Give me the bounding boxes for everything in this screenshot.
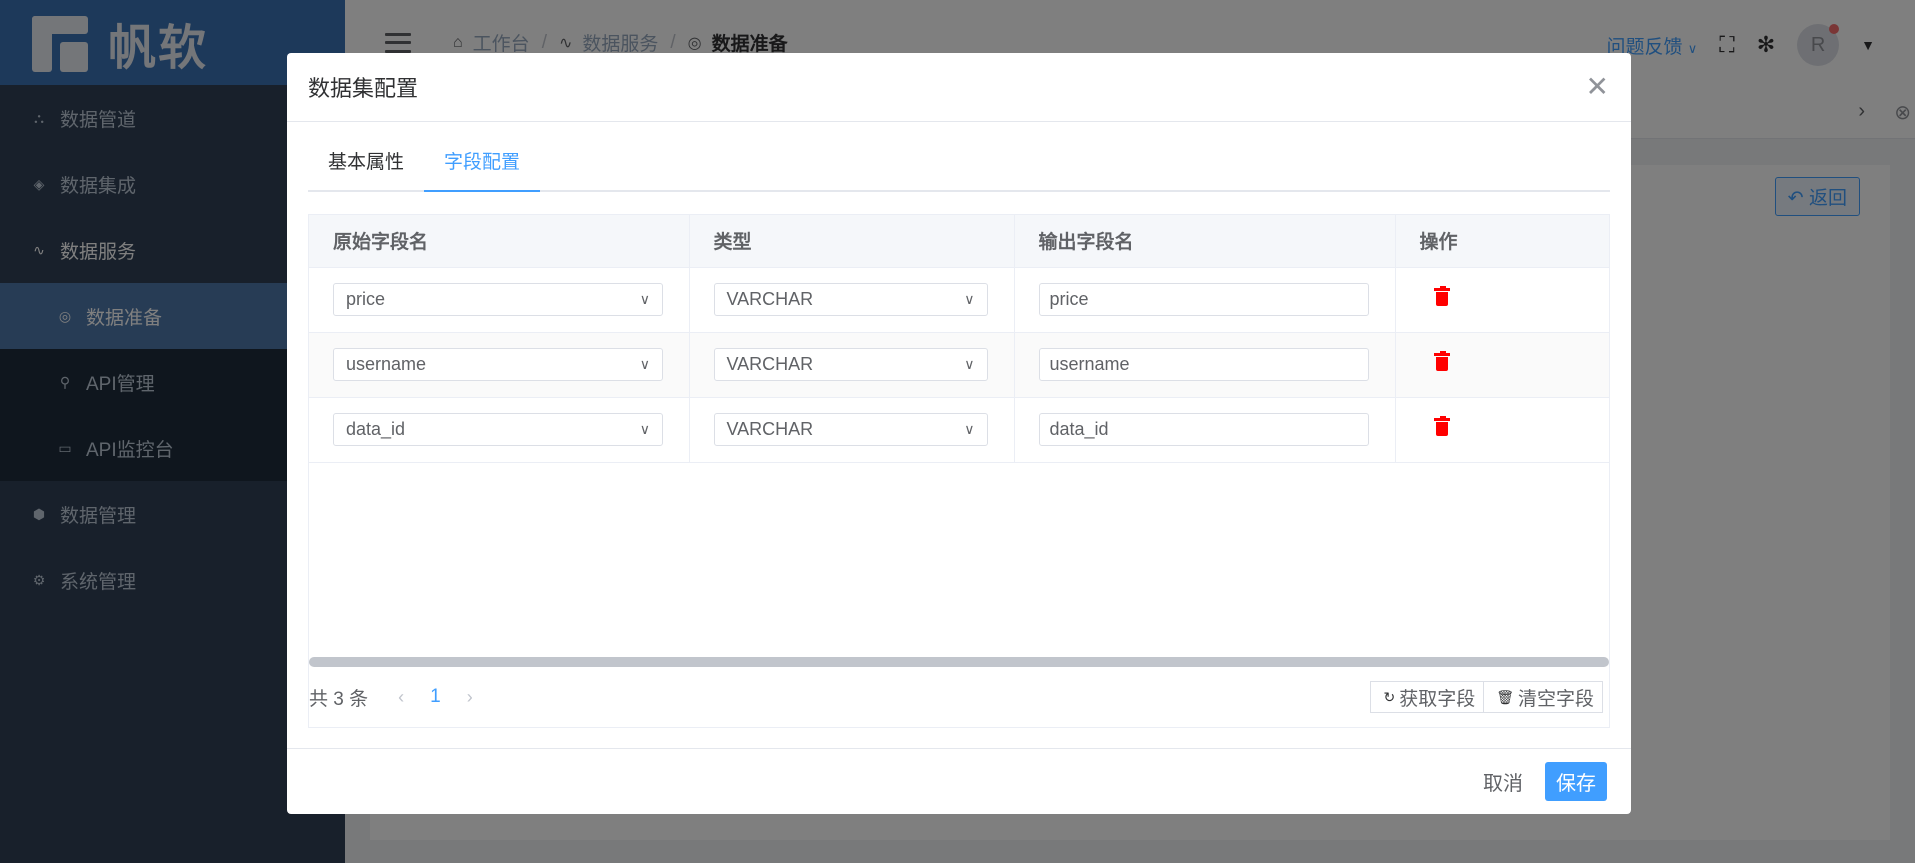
dialog-footer: 取消 保存	[287, 748, 1631, 814]
chevron-down-icon: ∨	[964, 421, 975, 437]
button-label: 清空字段	[1517, 688, 1594, 710]
input-value: price	[1049, 289, 1089, 309]
tab-field-config[interactable]: 字段配置	[424, 147, 541, 192]
source-field-select[interactable]: price ∨	[333, 283, 663, 316]
select-value: data_id	[346, 419, 406, 439]
trash-icon[interactable]	[1433, 351, 1450, 371]
pager-total: 共 3 条	[309, 688, 369, 710]
fetch-fields-button[interactable]: ↻ 获取字段	[1370, 681, 1485, 713]
table-row: data_id ∨ VARCHAR ∨ data_id	[309, 397, 1609, 463]
column-header: 原始字段名	[309, 215, 690, 268]
button-label: 获取字段	[1399, 688, 1476, 710]
chevron-right-icon[interactable]: ›	[467, 687, 473, 708]
close-icon[interactable]: ✕	[1586, 73, 1609, 101]
tabs: 基本属性 字段配置	[308, 122, 1610, 192]
table-header-row: 原始字段名 类型 输出字段名 操作	[309, 215, 1609, 268]
dataset-config-dialog: 数据集配置 ✕ 基本属性 字段配置 原始字段名 类型 输出字段名 操作 pric…	[287, 53, 1631, 814]
column-header: 操作	[1395, 215, 1609, 268]
horizontal-scrollbar[interactable]	[309, 657, 1609, 667]
field-action-buttons: ↻ 获取字段 🗑 清空字段	[1370, 681, 1603, 713]
clear-fields-button[interactable]: 🗑 清空字段	[1484, 681, 1603, 713]
save-button[interactable]: 保存	[1545, 762, 1607, 801]
select-value: username	[346, 354, 427, 374]
select-value: VARCHAR	[726, 419, 814, 439]
column-header: 输出字段名	[1014, 215, 1396, 268]
input-value: data_id	[1049, 419, 1109, 439]
select-value: VARCHAR	[726, 289, 814, 309]
table-row: username ∨ VARCHAR ∨ username	[309, 332, 1609, 398]
field-table: 原始字段名 类型 输出字段名 操作 price ∨ VARCHAR ∨ price …	[308, 214, 1610, 728]
output-field-input[interactable]: data_id	[1038, 413, 1369, 446]
refresh-icon: ↻	[1383, 688, 1396, 705]
type-select[interactable]: VARCHAR ∨	[713, 413, 988, 446]
chevron-left-icon[interactable]: ‹	[398, 687, 404, 708]
source-field-select[interactable]: username ∨	[333, 348, 663, 381]
column-header: 类型	[689, 215, 1015, 268]
output-field-input[interactable]: price	[1038, 283, 1369, 316]
cancel-button[interactable]: 取消	[1479, 763, 1527, 800]
dialog-header: 数据集配置 ✕	[287, 53, 1631, 122]
select-value: VARCHAR	[726, 354, 814, 374]
trash-icon: 🗑	[1496, 688, 1514, 705]
chevron-down-icon: ∨	[964, 356, 975, 372]
trash-icon[interactable]	[1433, 416, 1450, 436]
dialog-title: 数据集配置	[308, 76, 419, 101]
input-value: username	[1049, 354, 1130, 374]
chevron-down-icon: ∨	[639, 356, 650, 372]
dialog-body: 基本属性 字段配置 原始字段名 类型 输出字段名 操作 price ∨ VARC…	[287, 122, 1631, 728]
pager-page[interactable]: 1	[430, 686, 441, 708]
select-value: price	[346, 289, 386, 309]
tab-basic-props[interactable]: 基本属性	[308, 147, 424, 190]
chevron-down-icon: ∨	[639, 421, 650, 437]
source-field-select[interactable]: data_id ∨	[333, 413, 663, 446]
pagination: 共 3 条 ‹ 1 › ↻ 获取字段 🗑 清空字段	[309, 667, 1609, 727]
trash-icon[interactable]	[1433, 286, 1450, 306]
chevron-down-icon: ∨	[639, 291, 650, 307]
table-row: price ∨ VARCHAR ∨ price	[309, 267, 1609, 333]
output-field-input[interactable]: username	[1038, 348, 1369, 381]
chevron-down-icon: ∨	[964, 291, 975, 307]
type-select[interactable]: VARCHAR ∨	[713, 348, 988, 381]
type-select[interactable]: VARCHAR ∨	[713, 283, 988, 316]
